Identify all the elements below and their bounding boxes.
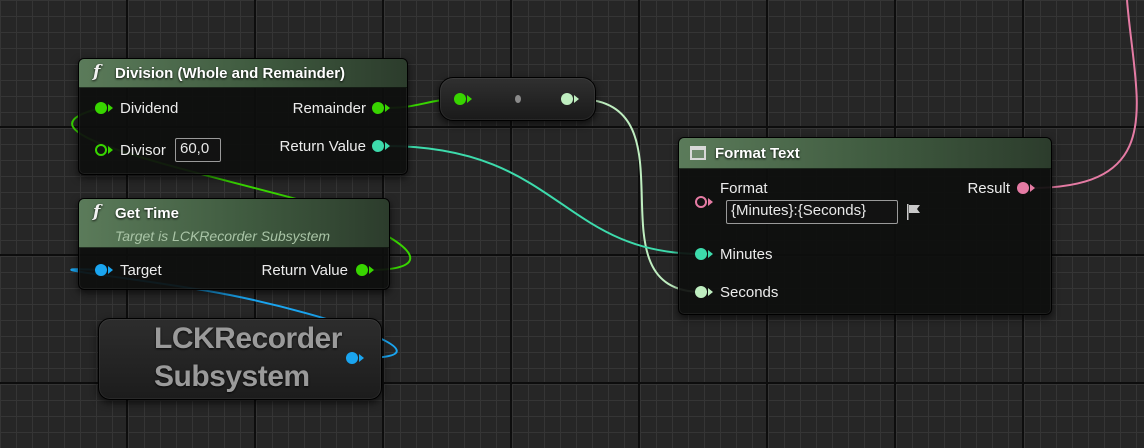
return-value-pin-label: Return Value	[261, 262, 348, 279]
dividend-pin-label: Dividend	[120, 100, 179, 117]
function-icon: f	[93, 202, 101, 222]
format-input[interactable]: {Minutes}:{Seconds}	[726, 200, 898, 224]
subsystem-label-line2: Subsystem	[154, 360, 310, 393]
target-pin-label: Target	[120, 262, 162, 279]
format-text-node-title: Format Text	[715, 145, 800, 162]
format-pin-label: Format	[720, 180, 768, 197]
division-node[interactable]: f Division (Whole and Remainder) Dividen…	[78, 58, 408, 175]
result-pin-label: Result	[967, 180, 1010, 197]
conversion-dot-icon	[515, 95, 521, 103]
flag-icon[interactable]	[905, 203, 923, 221]
lckrecorder-subsystem-node[interactable]: LCKRecorder Subsystem	[98, 318, 382, 400]
divisor-input[interactable]: 60,0	[175, 138, 221, 162]
division-node-title: Division (Whole and Remainder)	[115, 65, 346, 82]
remainder-pin-label: Remainder	[292, 100, 366, 117]
format-text-node[interactable]: Format Text Format {Minutes}:{Seconds} R…	[678, 137, 1052, 315]
divisor-pin-label: Divisor	[120, 142, 166, 159]
subsystem-label-line1: LCKRecorder	[154, 322, 342, 355]
return-value-pin-label: Return Value	[279, 138, 366, 155]
minutes-pin-label: Minutes	[720, 246, 773, 263]
wire-return-to-minutes	[385, 145, 703, 255]
window-icon	[690, 146, 706, 160]
get-time-node-subtitle: Target is LCKRecorder Subsystem	[115, 228, 331, 244]
function-icon: f	[93, 62, 101, 82]
seconds-pin-label: Seconds	[720, 284, 779, 301]
get-time-node-title: Get Time	[115, 205, 179, 222]
conversion-node[interactable]	[439, 77, 596, 121]
get-time-node[interactable]: f Get Time Target is LCKRecorder Subsyst…	[78, 198, 390, 290]
